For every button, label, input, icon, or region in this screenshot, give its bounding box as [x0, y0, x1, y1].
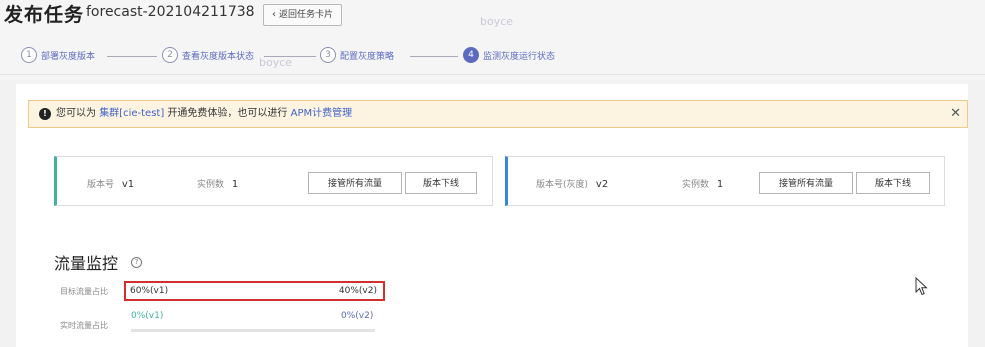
version-offline-button[interactable]: 版本下线 — [856, 172, 930, 194]
notice-prefix: 您可以为 — [56, 108, 96, 119]
target-v2-ratio: 40%(v2) — [338, 286, 377, 296]
takeover-traffic-button[interactable]: 接管所有流量 — [308, 172, 402, 194]
version-label: 版本号(灰度) — [536, 180, 589, 190]
instances-field: 实例数 1 — [197, 177, 238, 190]
notice-banner: ! 您可以为 集群[cie-test] 开通免费体验，也可以进行 APM计费管理… — [28, 100, 968, 128]
page-title: 发布任务 — [4, 4, 85, 26]
step-connector — [410, 56, 458, 57]
version-field: 版本号(灰度) v2 — [536, 177, 608, 190]
close-icon[interactable]: ✕ — [950, 101, 961, 127]
step-connector — [107, 56, 157, 57]
divider — [0, 74, 985, 75]
step-label: 部署灰度版本 — [41, 51, 96, 62]
help-icon[interactable]: ? — [131, 257, 142, 268]
step-number: 3 — [320, 47, 336, 63]
watermark: boyce — [259, 56, 293, 69]
back-to-task-card-button[interactable]: ‹ 返回任务卡片 — [263, 4, 343, 26]
step-connector — [264, 56, 316, 57]
info-icon: ! — [39, 108, 51, 120]
step-number: 1 — [21, 47, 37, 63]
step-4: 4 监测灰度运行状态 — [463, 47, 555, 63]
watermark: boyce — [480, 15, 514, 28]
takeover-traffic-button[interactable]: 接管所有流量 — [759, 172, 853, 194]
instances-label: 实例数 — [682, 180, 710, 190]
live-traffic-label: 实时流量占比 — [60, 321, 108, 330]
version-value: v1 — [121, 179, 135, 190]
target-v1-ratio: 60%(v1) — [130, 286, 169, 296]
version-offline-button[interactable]: 版本下线 — [405, 172, 477, 194]
version-card-v1: 版本号 v1 实例数 1 接管所有流量 版本下线 — [54, 156, 493, 206]
instances-value: 1 — [716, 179, 724, 190]
live-v2-ratio: 0%(v2) — [341, 311, 374, 321]
instances-field: 实例数 1 — [682, 177, 723, 190]
target-traffic-label: 目标流量占比 — [60, 287, 108, 296]
step-label: 配置灰度策略 — [340, 51, 395, 62]
notice-message: 您可以为 集群[cie-test] 开通免费体验，也可以进行 APM计费管理 — [56, 101, 352, 127]
target-traffic-ratio: 60%(v1) 40%(v2) — [124, 281, 385, 301]
step-label: 查看灰度版本状态 — [182, 51, 255, 62]
step-2: 2 查看灰度版本状态 — [162, 47, 254, 63]
chevron-left-icon: ‹ — [272, 9, 276, 20]
version-value: v2 — [595, 179, 609, 190]
back-button-label: 返回任务卡片 — [279, 10, 334, 20]
step-3: 3 配置灰度策略 — [320, 47, 394, 63]
version-field: 版本号 v1 — [87, 177, 134, 190]
instances-value: 1 — [231, 179, 239, 190]
step-1: 1 部署灰度版本 — [21, 47, 95, 63]
live-traffic-bar — [131, 329, 375, 332]
version-card-v2: 版本号(灰度) v2 实例数 1 接管所有流量 版本下线 — [505, 156, 945, 206]
version-label: 版本号 — [87, 180, 115, 190]
traffic-monitor-title: 流量监控 — [54, 254, 119, 273]
apm-billing-link[interactable]: APM计费管理 — [291, 108, 353, 119]
mouse-cursor-icon — [915, 277, 928, 296]
instances-label: 实例数 — [197, 180, 225, 190]
task-id: forecast-202104211738 — [86, 4, 255, 20]
live-v1-ratio: 0%(v1) — [131, 311, 164, 321]
cluster-link[interactable]: 集群[cie-test] — [99, 108, 164, 119]
notice-middle: 开通免费体验，也可以进行 — [167, 108, 288, 119]
step-label: 监测灰度运行状态 — [483, 51, 556, 62]
step-number: 2 — [162, 47, 178, 63]
step-number: 4 — [463, 47, 479, 63]
